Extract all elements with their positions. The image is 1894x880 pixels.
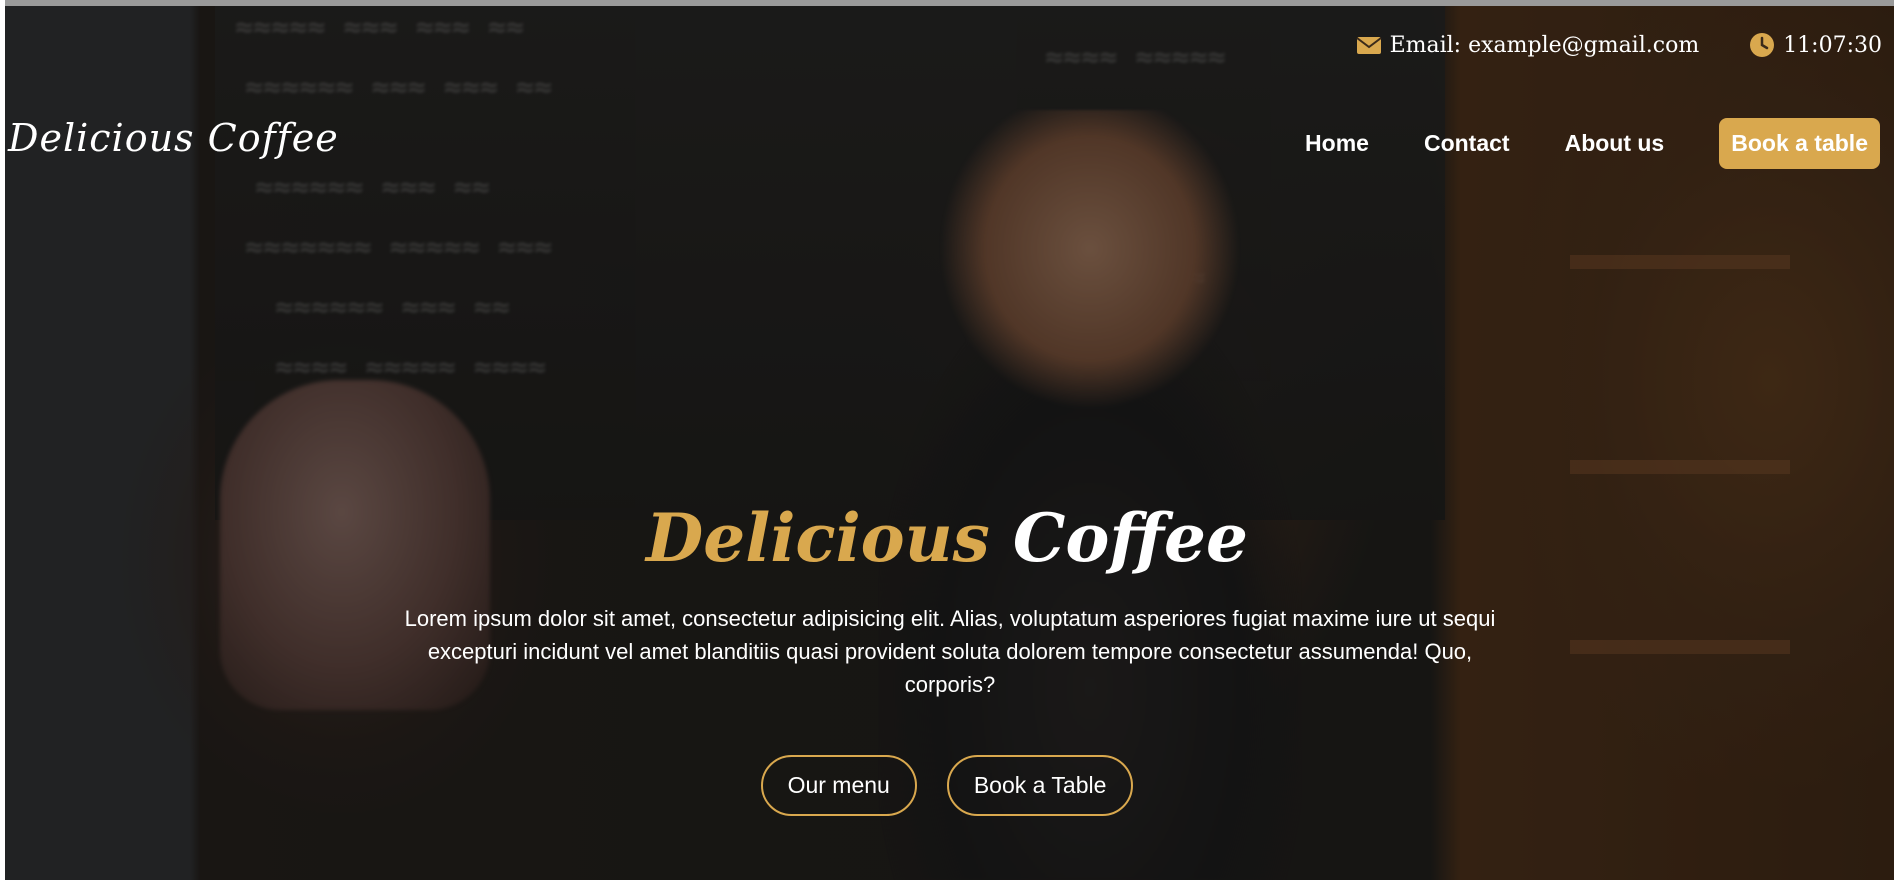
hero-title-part1: Delicious — [646, 499, 990, 578]
hero-title: Delicious Coffee — [0, 499, 1894, 577]
book-a-table-button[interactable]: Book a Table — [946, 755, 1134, 816]
our-menu-button[interactable]: Our menu — [760, 755, 917, 816]
nav-link-contact[interactable]: Contact — [1424, 130, 1510, 157]
site-logo[interactable]: Delicious Coffee — [8, 116, 339, 160]
top-info-bar: Email: example@gmail.com 11:07:30 — [1355, 32, 1882, 58]
nav-link-home[interactable]: Home — [1305, 130, 1369, 157]
main-nav: Home Contact About us Book a table — [1305, 118, 1880, 169]
time-info: 11:07:30 — [1749, 32, 1882, 58]
time-text: 11:07:30 — [1783, 32, 1882, 58]
nav-link-about-us[interactable]: About us — [1565, 130, 1665, 157]
book-a-table-nav-button[interactable]: Book a table — [1719, 118, 1880, 169]
clock-icon — [1749, 32, 1775, 58]
left-edge — [0, 0, 5, 880]
envelope-icon — [1355, 32, 1382, 58]
email-text: Email: example@gmail.com — [1389, 32, 1700, 58]
hero-actions: Our menu Book a Table — [0, 755, 1894, 816]
page: ≈≈≈≈≈ ≈≈≈ ≈≈≈ ≈≈ ≈≈≈≈≈≈ ≈≈≈ ≈≈≈ ≈≈ ≈≈≈≈≈… — [0, 0, 1894, 880]
hero-title-part2: Coffee — [1012, 499, 1248, 578]
hero-description: Lorem ipsum dolor sit amet, consectetur … — [404, 606, 1496, 697]
email-info[interactable]: Email: example@gmail.com — [1355, 32, 1700, 58]
top-edge — [0, 0, 1894, 6]
